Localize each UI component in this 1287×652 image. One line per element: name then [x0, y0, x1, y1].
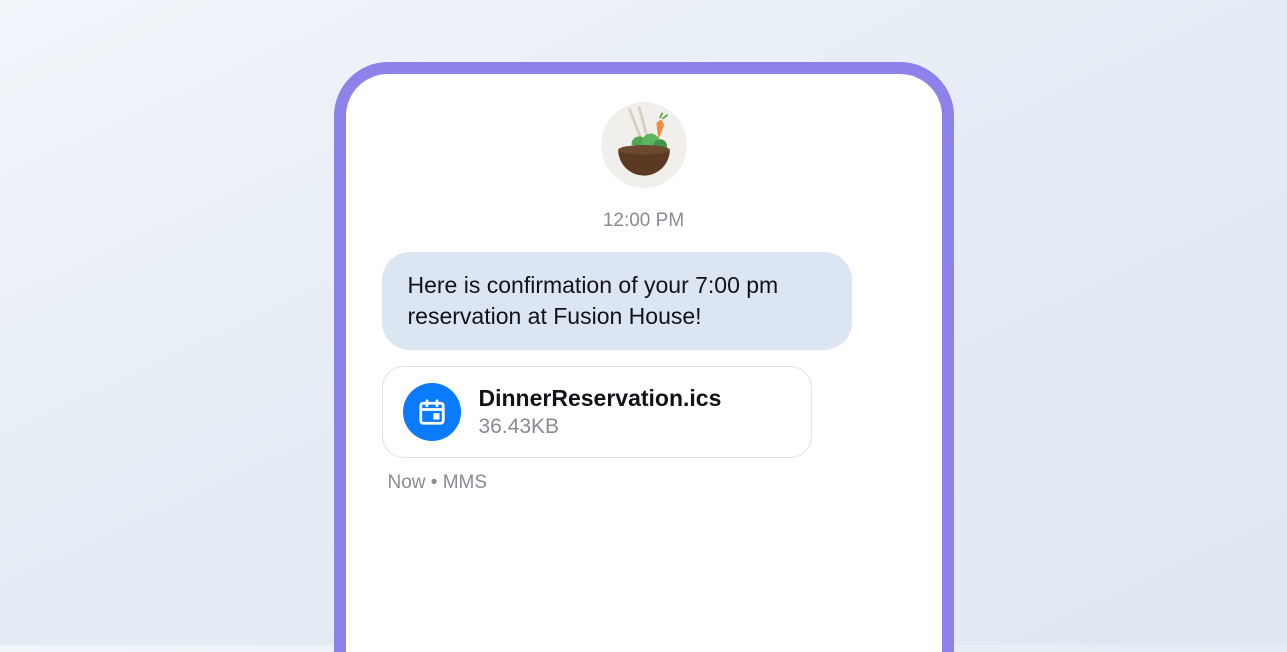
phone-frame: 12:00 PM Here is confirmation of your 7:… — [334, 62, 954, 652]
attachment-size: 36.43KB — [479, 413, 722, 440]
conversation-timestamp: 12:00 PM — [603, 210, 684, 232]
attachment-text: DinnerReservation.ics 36.43KB — [479, 384, 722, 441]
message-bubble[interactable]: Here is confirmation of your 7:00 pm res… — [382, 252, 852, 350]
attachment-card[interactable]: DinnerReservation.ics 36.43KB — [382, 366, 812, 458]
contact-avatar[interactable] — [601, 102, 687, 188]
attachment-icon-wrap — [403, 383, 461, 441]
bowl-food-icon — [601, 100, 687, 190]
calendar-icon — [417, 397, 447, 427]
attachment-filename: DinnerReservation.ics — [479, 384, 722, 414]
message-meta: Now • MMS — [382, 472, 488, 494]
message-list: Here is confirmation of your 7:00 pm res… — [382, 252, 906, 494]
